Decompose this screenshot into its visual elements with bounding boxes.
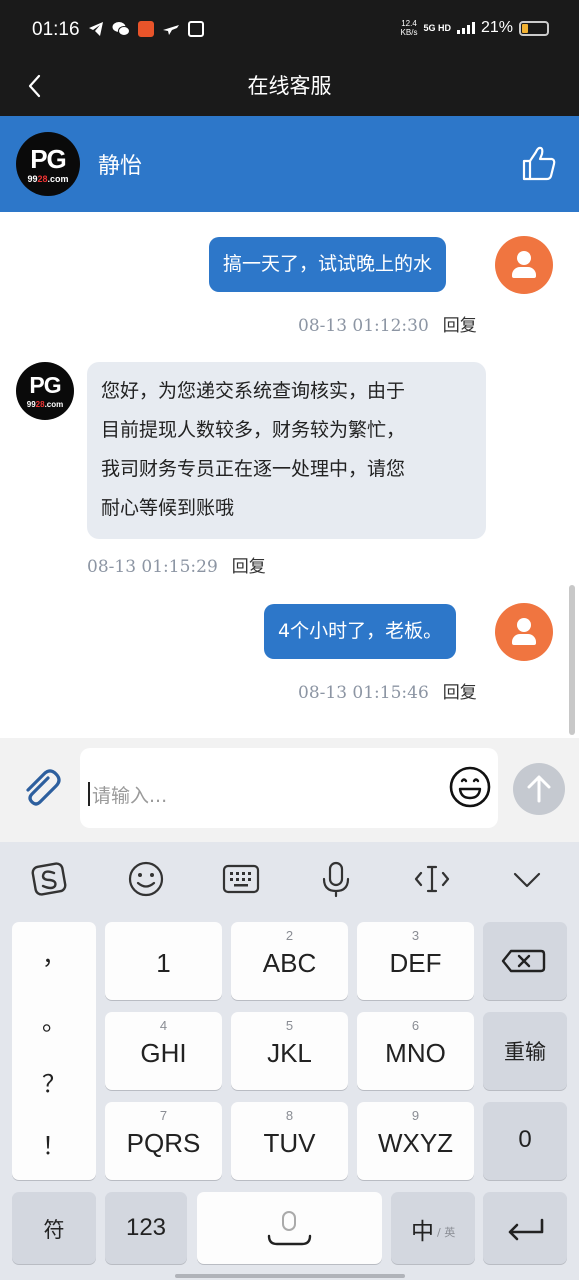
message-input[interactable]: 请输入... bbox=[80, 748, 498, 828]
nfc-icon bbox=[188, 21, 204, 37]
cursor-move-icon[interactable] bbox=[410, 857, 454, 901]
symbols-key[interactable]: 符 bbox=[12, 1192, 96, 1264]
key-period[interactable]: 。 bbox=[12, 1002, 96, 1037]
wechat-icon bbox=[112, 22, 130, 36]
language-toggle-key[interactable]: 中 / 英 bbox=[391, 1192, 475, 1264]
status-bar: 01:16 12.4 KB/s 5G HD 21% bbox=[0, 0, 579, 60]
agent-header: PG 9928.com 静怡 bbox=[0, 116, 579, 212]
text-caret bbox=[88, 782, 90, 806]
plane-icon bbox=[163, 25, 179, 35]
enter-icon bbox=[508, 1218, 544, 1241]
reply-link[interactable]: 回复 bbox=[232, 557, 266, 577]
battery-percent: 21% bbox=[480, 19, 513, 36]
net-speed-value: 12.4 bbox=[401, 19, 417, 28]
reply-link[interactable]: 回复 bbox=[443, 316, 477, 336]
message-meta: 08-13 01:15:29 回复 bbox=[87, 552, 266, 577]
key-pqrs[interactable]: 7 PQRS bbox=[105, 1102, 222, 1180]
status-right-group: 12.4 KB/s 5G HD 21% bbox=[401, 19, 549, 37]
key-0[interactable]: 0 bbox=[483, 1102, 567, 1180]
backspace-icon bbox=[501, 949, 546, 973]
microphone-icon[interactable] bbox=[314, 857, 358, 901]
message-time: 08-13 01:15:29 bbox=[87, 557, 218, 577]
key-comma[interactable]: ， bbox=[12, 936, 96, 971]
key-def[interactable]: 3 DEF bbox=[357, 922, 474, 1000]
voice-space-icon bbox=[267, 1211, 312, 1246]
message-composer: 请输入... bbox=[0, 738, 579, 842]
home-indicator[interactable] bbox=[175, 1274, 405, 1278]
telegram-icon bbox=[89, 22, 103, 36]
signal-icon bbox=[456, 22, 475, 34]
message-line: 目前提现人数较多，财务较为繁忙， bbox=[101, 419, 406, 441]
key-mno[interactable]: 6 MNO bbox=[357, 1012, 474, 1090]
page-title: 在线客服 bbox=[247, 74, 332, 98]
thumbs-up-icon[interactable] bbox=[521, 144, 557, 182]
chevron-down-icon[interactable] bbox=[505, 857, 549, 901]
user-avatar bbox=[495, 603, 553, 661]
agent-message-avatar: PG 9928.com bbox=[16, 362, 74, 420]
key-exclaim[interactable]: ！ bbox=[12, 1126, 96, 1161]
numbers-key[interactable]: 123 bbox=[105, 1192, 187, 1264]
attachment-icon[interactable] bbox=[18, 766, 64, 812]
key-ghi[interactable]: 4 GHI bbox=[105, 1012, 222, 1090]
agent-name: 静怡 bbox=[98, 154, 143, 179]
punctuation-column[interactable]: ， 。 ？ ！ bbox=[12, 922, 96, 1180]
message-line: 我司财务专员正在逐一处理中，请您 bbox=[101, 458, 406, 480]
emoji-panel-icon[interactable] bbox=[124, 857, 168, 901]
logo-domain: 9928.com bbox=[27, 174, 69, 184]
key-1[interactable]: 1 bbox=[105, 922, 222, 1000]
send-button[interactable] bbox=[513, 763, 565, 815]
arrow-up-icon bbox=[527, 775, 551, 803]
message-line: 耐心等候到账哦 bbox=[101, 497, 235, 519]
message-time: 08-13 01:12:30 bbox=[298, 316, 429, 336]
keyboard: ， 。 ？ ！ 1 2 ABC 3 DEF 4 GHI 5 JKL 6 MNO 重输 7P… bbox=[0, 842, 579, 1280]
net-speed-unit: KB/s bbox=[400, 28, 418, 37]
battery-icon bbox=[519, 20, 549, 36]
input-placeholder: 请输入... bbox=[92, 785, 168, 807]
chat-area[interactable]: 搞一天了，试试晚上的水 08-13 01:12:30 回复 PG 9928.com… bbox=[0, 212, 579, 738]
user-avatar bbox=[495, 236, 553, 294]
reenter-key[interactable]: 重输 bbox=[483, 1012, 567, 1090]
status-notification-icons bbox=[88, 21, 204, 37]
sogou-logo-icon[interactable] bbox=[28, 857, 72, 901]
title-bar: 在线客服 bbox=[0, 60, 579, 116]
message-time: 08-13 01:15:46 bbox=[298, 683, 429, 703]
message-bubble-outgoing: 搞一天了，试试晚上的水 bbox=[209, 237, 447, 292]
status-time: 01:16 bbox=[32, 19, 80, 40]
logo-text: PG bbox=[30, 144, 67, 174]
emoji-icon[interactable] bbox=[448, 765, 492, 809]
agent-avatar: PG 9928.com bbox=[16, 132, 80, 196]
backspace-key[interactable] bbox=[483, 922, 567, 1000]
lang-alt: / 英 bbox=[437, 1226, 456, 1239]
enter-key[interactable] bbox=[483, 1192, 567, 1264]
chat-scrollbar[interactable] bbox=[569, 585, 575, 735]
app-notification-icon bbox=[138, 21, 154, 37]
net-speed: 12.4 KB/s bbox=[401, 19, 418, 37]
space-key[interactable] bbox=[197, 1192, 382, 1264]
message-meta: 08-13 01:12:30 回复 bbox=[298, 311, 477, 336]
message-meta: 08-13 01:15:46 回复 bbox=[298, 678, 477, 703]
key-abc[interactable]: 2 ABC bbox=[231, 922, 348, 1000]
lang-main: 中 bbox=[411, 1219, 434, 1245]
keyboard-layout-icon[interactable] bbox=[219, 857, 263, 901]
network-type: 5G HD bbox=[423, 23, 451, 33]
reply-link[interactable]: 回复 bbox=[443, 683, 477, 703]
message-bubble-outgoing: 4个小时了，老板。 bbox=[264, 604, 457, 659]
message-bubble-incoming: 您好，为您递交系统查询核实，由于 目前提现人数较多，财务较为繁忙， 我司财务专员… bbox=[87, 362, 486, 539]
key-wxyz[interactable]: 9 WXYZ bbox=[357, 1102, 474, 1180]
reenter-label: 重输 bbox=[504, 1040, 546, 1064]
key-question[interactable]: ？ bbox=[12, 1064, 96, 1099]
key-jkl[interactable]: 5 JKL bbox=[231, 1012, 348, 1090]
key-tuv[interactable]: 8 TUV bbox=[231, 1102, 348, 1180]
message-line: 您好，为您递交系统查询核实，由于 bbox=[101, 380, 406, 402]
